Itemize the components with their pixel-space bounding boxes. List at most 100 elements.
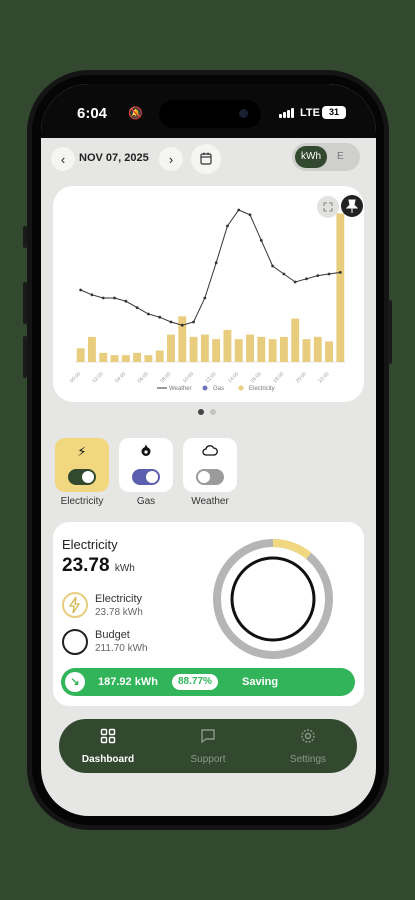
flame-icon xyxy=(119,444,173,460)
tile-electricity[interactable]: ⚡︎ xyxy=(55,438,109,492)
tile-weather[interactable] xyxy=(183,438,237,492)
electricity-value: 23.78 kWh xyxy=(95,607,143,618)
weather-point xyxy=(158,315,162,319)
x-tick-label: 20:00 xyxy=(295,371,308,384)
x-tick-label: 12:00 xyxy=(204,371,217,384)
electricity-bar xyxy=(167,334,175,362)
electricity-bar xyxy=(223,330,232,362)
electricity-bar xyxy=(246,334,254,362)
pin-icon xyxy=(345,199,359,213)
electricity-bar xyxy=(155,350,164,362)
bell-muted-icon: 🔕 xyxy=(128,106,143,120)
gear-icon xyxy=(301,729,315,743)
cloud-icon xyxy=(183,444,237,459)
weather-point xyxy=(180,323,184,327)
pin-chart-button[interactable] xyxy=(341,195,363,217)
unit-kwh-option[interactable]: kWh xyxy=(295,146,327,168)
electricity-bar xyxy=(144,355,153,362)
saving-banner: ↘ 187.92 kWh 88.77% Saving xyxy=(61,668,355,696)
unit-toggle[interactable]: kWh E xyxy=(292,143,360,171)
summary-title: Electricity xyxy=(62,537,118,552)
expand-chart-button[interactable] xyxy=(317,196,339,218)
weather-point xyxy=(293,280,297,284)
legend-label: Weather xyxy=(169,386,192,392)
electricity-bar xyxy=(336,213,345,362)
nav-dashboard[interactable]: Dashboard xyxy=(63,727,153,767)
electricity-bar xyxy=(110,355,119,362)
budget-progress-ring xyxy=(213,539,333,659)
legend-electricity-marker xyxy=(238,385,244,391)
unit-cost-option[interactable]: E xyxy=(337,146,344,168)
battery-icon: 31 xyxy=(322,106,346,119)
tile-gas[interactable] xyxy=(119,438,173,492)
weather-point xyxy=(203,296,207,300)
camera-icon xyxy=(239,109,248,118)
weather-point xyxy=(90,293,94,297)
x-tick-label: 22:00 xyxy=(317,371,330,384)
electricity-bar xyxy=(291,318,300,362)
nav-support[interactable]: Support xyxy=(163,727,253,767)
prev-date-button[interactable]: ‹ xyxy=(51,147,75,171)
electricity-bar xyxy=(325,341,334,362)
budget-ring-icon xyxy=(62,629,88,655)
bottom-nav: Dashboard Support Settings xyxy=(59,719,357,773)
next-date-button[interactable]: › xyxy=(159,147,183,171)
weather-point xyxy=(226,224,229,228)
nav-settings[interactable]: Settings xyxy=(263,727,353,767)
nav-settings-label: Settings xyxy=(289,754,327,765)
summary-card: Electricity 23.78 kWh Electricity 23.78 … xyxy=(53,522,364,706)
weather-point xyxy=(192,320,195,324)
weather-point xyxy=(248,213,252,217)
calendar-button[interactable] xyxy=(191,144,221,174)
calendar-icon xyxy=(200,152,212,165)
electricity-bar xyxy=(268,339,277,362)
expand-icon xyxy=(323,202,333,212)
electricity-bar xyxy=(189,336,198,362)
trend-down-icon: ↘ xyxy=(65,672,85,692)
x-tick-label: 02:00 xyxy=(92,371,105,384)
electricity-bar xyxy=(313,336,322,362)
x-tick-label: 00:00 xyxy=(69,371,82,384)
nav-support-label: Support xyxy=(190,754,226,765)
power-button xyxy=(388,300,392,364)
tile-label-gas: Gas xyxy=(136,496,156,507)
pager-dot[interactable] xyxy=(210,409,216,415)
status-bar: 6:04 🔕 LTE 31 xyxy=(41,84,376,138)
weather-point xyxy=(124,299,128,303)
budget-value: 211.70 kWh xyxy=(95,643,148,654)
electricity-bar xyxy=(234,339,243,362)
electricity-bar xyxy=(99,352,108,362)
x-tick-label: 14:00 xyxy=(227,371,240,384)
saving-percent: 88.77% xyxy=(172,674,218,690)
x-tick-label: 04:00 xyxy=(114,371,127,384)
weather-point xyxy=(79,288,83,292)
weather-point xyxy=(101,296,105,300)
electricity-bar xyxy=(76,348,85,362)
weather-point xyxy=(169,320,173,324)
tile-label-weather: Weather xyxy=(191,496,229,507)
pager-dot-active[interactable] xyxy=(198,409,204,415)
gas-toggle[interactable] xyxy=(132,469,160,485)
weather-point xyxy=(327,272,331,276)
weather-point xyxy=(338,271,342,274)
saving-label: Saving xyxy=(242,676,279,688)
x-tick-label: 06:00 xyxy=(137,371,150,384)
saving-amount: 187.92 kWh xyxy=(98,676,158,688)
chart-pager[interactable] xyxy=(198,409,216,415)
summary-value-number: 23.78 xyxy=(62,555,110,576)
lightning-icon xyxy=(62,592,88,618)
weather-point xyxy=(135,306,139,309)
summary-value: 23.78 kWh xyxy=(62,555,135,577)
weather-toggle[interactable] xyxy=(196,469,224,485)
legend-gas-marker xyxy=(202,385,208,391)
electricity-bar xyxy=(200,334,209,362)
tile-label-electricity: Electricity xyxy=(60,496,104,507)
electricity-bar xyxy=(257,336,266,362)
x-tick-label: 08:00 xyxy=(159,371,172,384)
weather-line xyxy=(80,209,341,326)
electricity-toggle[interactable] xyxy=(68,469,96,485)
weather-point xyxy=(113,296,116,300)
dashboard-icon xyxy=(100,728,116,744)
signal-icon xyxy=(279,108,294,118)
weather-point xyxy=(146,312,150,316)
